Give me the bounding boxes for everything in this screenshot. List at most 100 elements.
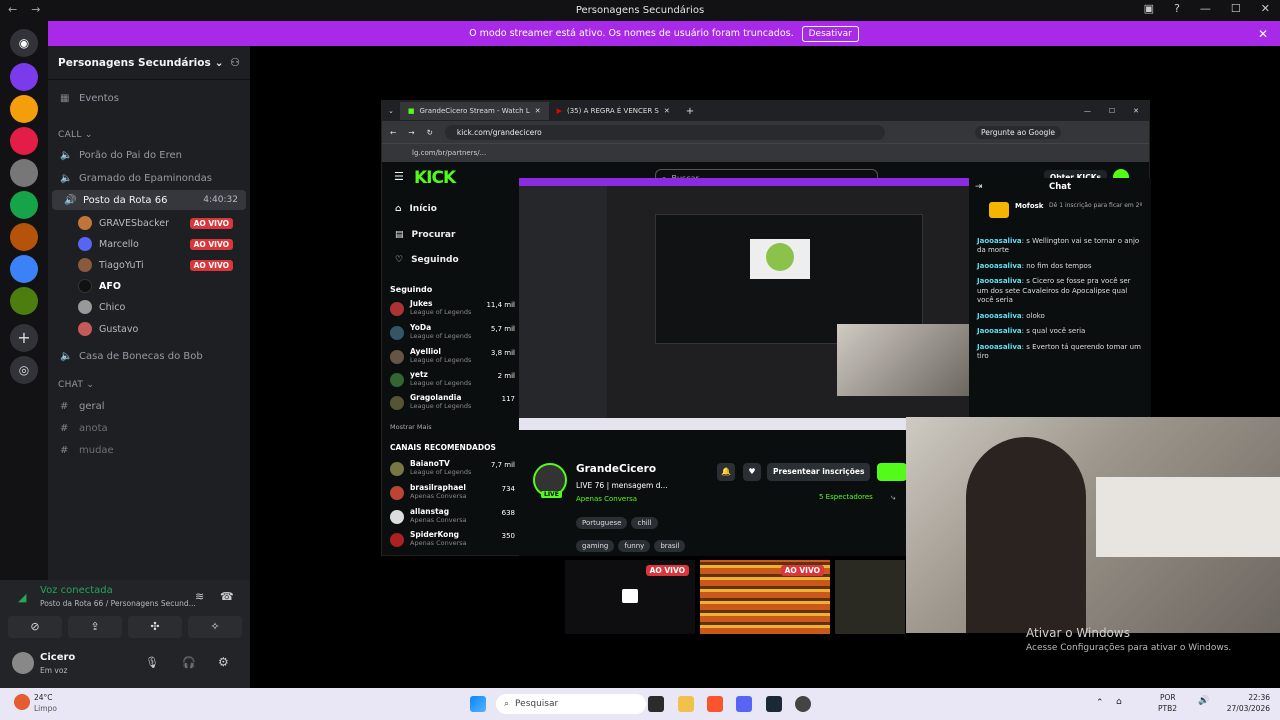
- stream-thumbnail[interactable]: AO VIVO: [565, 560, 695, 634]
- inbox-icon[interactable]: ▣: [1144, 2, 1154, 15]
- disable-streamer-button[interactable]: Desativar: [801, 25, 859, 42]
- network-icon[interactable]: ⌂: [1116, 697, 1122, 707]
- stream-category[interactable]: Apenas Conversa: [576, 495, 637, 503]
- volume-icon[interactable]: 🔊: [1198, 696, 1209, 706]
- tag[interactable]: brasil: [654, 540, 686, 552]
- soundwave-icon[interactable]: ≋: [195, 590, 204, 603]
- server-icon[interactable]: [10, 191, 38, 219]
- voice-user[interactable]: Chico: [78, 297, 243, 317]
- events-item[interactable]: ▦ Eventos: [48, 88, 250, 108]
- task-view-icon[interactable]: [648, 696, 664, 712]
- chat-user[interactable]: Jaooasaliva: [977, 277, 1022, 285]
- streamer-name[interactable]: GrandeCicero: [576, 463, 656, 475]
- voice-channel[interactable]: 🔈 Porão do Pai do Eren: [48, 145, 250, 165]
- chat-user[interactable]: Jaooasaliva: [977, 262, 1022, 270]
- voice-user[interactable]: TiagoYuTi AO VIVO: [78, 255, 243, 275]
- voice-user[interactable]: Marcello AO VIVO: [78, 234, 243, 254]
- following-item[interactable]: Jukes League of Legends 11,4 mil: [390, 299, 515, 319]
- taskbar-search[interactable]: ⌕ Pesquisar: [496, 694, 646, 714]
- chat-user[interactable]: Jaooasaliva: [977, 312, 1022, 320]
- category-chat[interactable]: CHAT ⌄: [58, 380, 94, 390]
- discord-home-icon[interactable]: ◉: [10, 29, 38, 57]
- gear-icon[interactable]: ⚙: [218, 655, 229, 669]
- following-item[interactable]: Ayelliol League of Legends 3,8 mil: [390, 347, 515, 367]
- nav-browse[interactable]: ▤ Procurar: [395, 230, 455, 240]
- new-tab-icon[interactable]: +: [678, 106, 702, 117]
- share-icon[interactable]: ⤷: [891, 493, 895, 503]
- add-member-icon[interactable]: ⚇: [230, 56, 240, 69]
- clock-time[interactable]: 22:36: [1248, 693, 1270, 702]
- server-icon[interactable]: [10, 127, 38, 155]
- tag[interactable]: Portuguese: [576, 517, 628, 529]
- recommended-item[interactable]: SpiderKong Apenas Conversa 350: [390, 530, 515, 550]
- menu-icon[interactable]: ☰: [394, 170, 404, 183]
- following-item[interactable]: YoDa League of Legends 5,7 mil: [390, 323, 515, 343]
- forward-arrow-icon[interactable]: →: [31, 3, 40, 16]
- text-channel[interactable]: # mudae: [48, 440, 250, 460]
- following-item[interactable]: Gragolandia League of Legends 117: [390, 393, 515, 413]
- nav-following[interactable]: ♡ Seguindo: [395, 255, 459, 265]
- disconnect-icon[interactable]: ☎: [220, 590, 234, 603]
- camera-off-icon[interactable]: ⊘: [8, 616, 62, 638]
- chevron-up-icon[interactable]: ⌃: [1096, 698, 1104, 708]
- stream-thumbnail[interactable]: [835, 560, 905, 634]
- tag[interactable]: gaming: [576, 540, 615, 552]
- server-icon[interactable]: [10, 255, 38, 283]
- activities-icon[interactable]: ✣: [128, 616, 182, 638]
- headphones-icon[interactable]: 🎧: [182, 656, 196, 669]
- server-icon[interactable]: [10, 63, 38, 91]
- ask-google-button[interactable]: Pergunte ao Google: [974, 125, 1061, 139]
- windows-start-icon[interactable]: [470, 696, 486, 712]
- kick-logo[interactable]: KICK: [414, 168, 456, 188]
- window-controls[interactable]: — ☐ ✕: [1084, 107, 1139, 115]
- server-icon[interactable]: [10, 159, 38, 187]
- close-button[interactable]: ✕: [1261, 2, 1270, 15]
- video-player[interactable]: [519, 178, 969, 430]
- close-icon[interactable]: ✕: [664, 107, 670, 115]
- collapse-chat-icon[interactable]: ⇥: [975, 182, 983, 192]
- clock-date[interactable]: 27/03/2026: [1227, 704, 1270, 713]
- close-icon[interactable]: ✕: [535, 107, 541, 115]
- recommended-item[interactable]: BaianoTV League of Legends 7,7 mil: [390, 459, 515, 479]
- heart-icon[interactable]: ♥: [743, 463, 761, 481]
- maximize-button[interactable]: ☐: [1231, 2, 1241, 15]
- explore-icon[interactable]: ◎: [10, 356, 38, 384]
- steam-icon[interactable]: [766, 696, 782, 712]
- language-code[interactable]: POR: [1160, 693, 1176, 702]
- tag[interactable]: chill: [631, 517, 658, 529]
- microphone-icon[interactable]: 🎙: [145, 656, 159, 669]
- chat-user[interactable]: Jaooasaliva: [977, 237, 1022, 245]
- soundboard-icon[interactable]: ✧: [188, 616, 242, 638]
- close-icon[interactable]: ✕: [1258, 27, 1268, 41]
- weather-icon[interactable]: [14, 694, 30, 710]
- url-field[interactable]: kick.com/grandecicero: [444, 124, 885, 140]
- brave-browser-icon[interactable]: [707, 696, 723, 712]
- screen-share-icon[interactable]: ⇪: [68, 616, 122, 638]
- keyboard-layout[interactable]: PTB2: [1158, 704, 1177, 713]
- chat-user[interactable]: Jaooasaliva: [977, 327, 1022, 335]
- file-explorer-icon[interactable]: [678, 696, 694, 712]
- server-header[interactable]: Personagens Secundários ⌄ ⚇: [48, 46, 250, 80]
- voice-location[interactable]: Posto da Rota 66 / Personagens Secund...: [40, 599, 196, 608]
- server-icon[interactable]: [10, 223, 38, 251]
- show-more-link[interactable]: Mostrar Mais: [390, 423, 432, 431]
- gift-subs-button[interactable]: Presentear inscrições: [767, 463, 871, 481]
- bookmark-item[interactable]: lg.com/br/partners/...: [412, 149, 486, 157]
- chat-user[interactable]: Jaooasaliva: [977, 343, 1022, 351]
- discord-icon[interactable]: [736, 696, 752, 712]
- browser-tab[interactable]: ■ GrandeCicero Stream - Watch L ✕: [399, 102, 549, 120]
- server-icon[interactable]: [10, 287, 38, 315]
- nav-home[interactable]: ⌂ Início: [395, 204, 437, 214]
- browser-tab[interactable]: ▶ (35) A REGRA É VENCER S ✕: [549, 102, 678, 120]
- back-arrow-icon[interactable]: ←: [8, 3, 17, 16]
- recommended-item[interactable]: brasilraphael Apenas Conversa 734: [390, 483, 515, 503]
- voice-channel[interactable]: 🔈 Casa de Bonecas do Bob: [48, 346, 250, 366]
- voice-user[interactable]: GRAVESbacker AO VIVO: [78, 213, 243, 233]
- reload-icon[interactable]: ↻: [427, 128, 433, 137]
- help-icon[interactable]: ?: [1174, 2, 1180, 15]
- tab-list-icon[interactable]: ⌄: [382, 107, 400, 115]
- stream-thumbnail[interactable]: AO VIVO: [700, 560, 830, 634]
- avatar[interactable]: [12, 652, 34, 674]
- bell-icon[interactable]: 🔔: [717, 463, 735, 481]
- voice-user[interactable]: Gustavo: [78, 319, 243, 339]
